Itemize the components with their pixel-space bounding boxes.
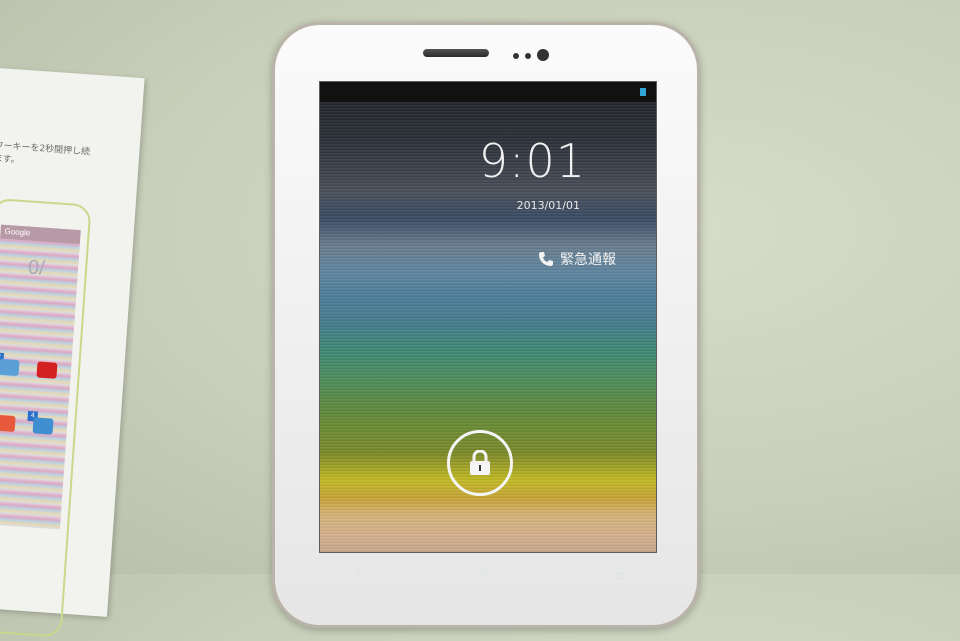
unlock-slider-handle[interactable] — [447, 430, 513, 496]
lock-icon — [468, 450, 492, 476]
lock-date: 2013/01/01 — [517, 199, 580, 212]
mini-clock: 0/ — [27, 257, 78, 283]
emergency-call-label: 緊急通報 — [560, 249, 616, 269]
navigation-bar: ‹ ⌂ ▭ — [355, 565, 625, 585]
lock-clock: 9:01 — [479, 134, 586, 188]
booklet-mini-screen: Google 0/ 2 3 4 — [0, 225, 81, 530]
mail-icon — [0, 359, 20, 376]
home-icon[interactable]: ⌂ — [480, 565, 490, 585]
mini-search-bar: Google — [0, 225, 81, 245]
sensor-dot — [525, 53, 531, 59]
app-icon — [33, 417, 54, 434]
lock-screen: 9:01 2013/01/01 緊急通報 — [319, 81, 657, 553]
back-icon[interactable]: ‹ — [355, 565, 360, 585]
earpiece — [423, 49, 489, 57]
smartphone: 9:01 2013/01/01 緊急通報 ‹ ⌂ ▭ — [272, 22, 700, 628]
sensor-dot — [513, 53, 519, 59]
booklet-phone-illustration: Google 0/ 2 3 4 — [0, 198, 92, 638]
status-bar — [320, 82, 656, 102]
recent-apps-icon[interactable]: ▭ — [610, 565, 625, 585]
wallpaper: 9:01 2013/01/01 緊急通報 — [320, 102, 656, 552]
booklet-text: ワーキーを2秒間押し続 ます。 — [0, 140, 95, 173]
youtube-icon — [36, 361, 57, 378]
status-indicator-icon — [640, 88, 646, 96]
app-icon — [0, 415, 16, 432]
phone-icon — [538, 251, 554, 267]
manual-booklet: ワーキーを2秒間押し続 ます。 Google 0/ 2 3 4 — [0, 66, 145, 617]
front-camera — [537, 49, 549, 61]
emergency-call-button[interactable]: 緊急通報 — [538, 249, 616, 269]
